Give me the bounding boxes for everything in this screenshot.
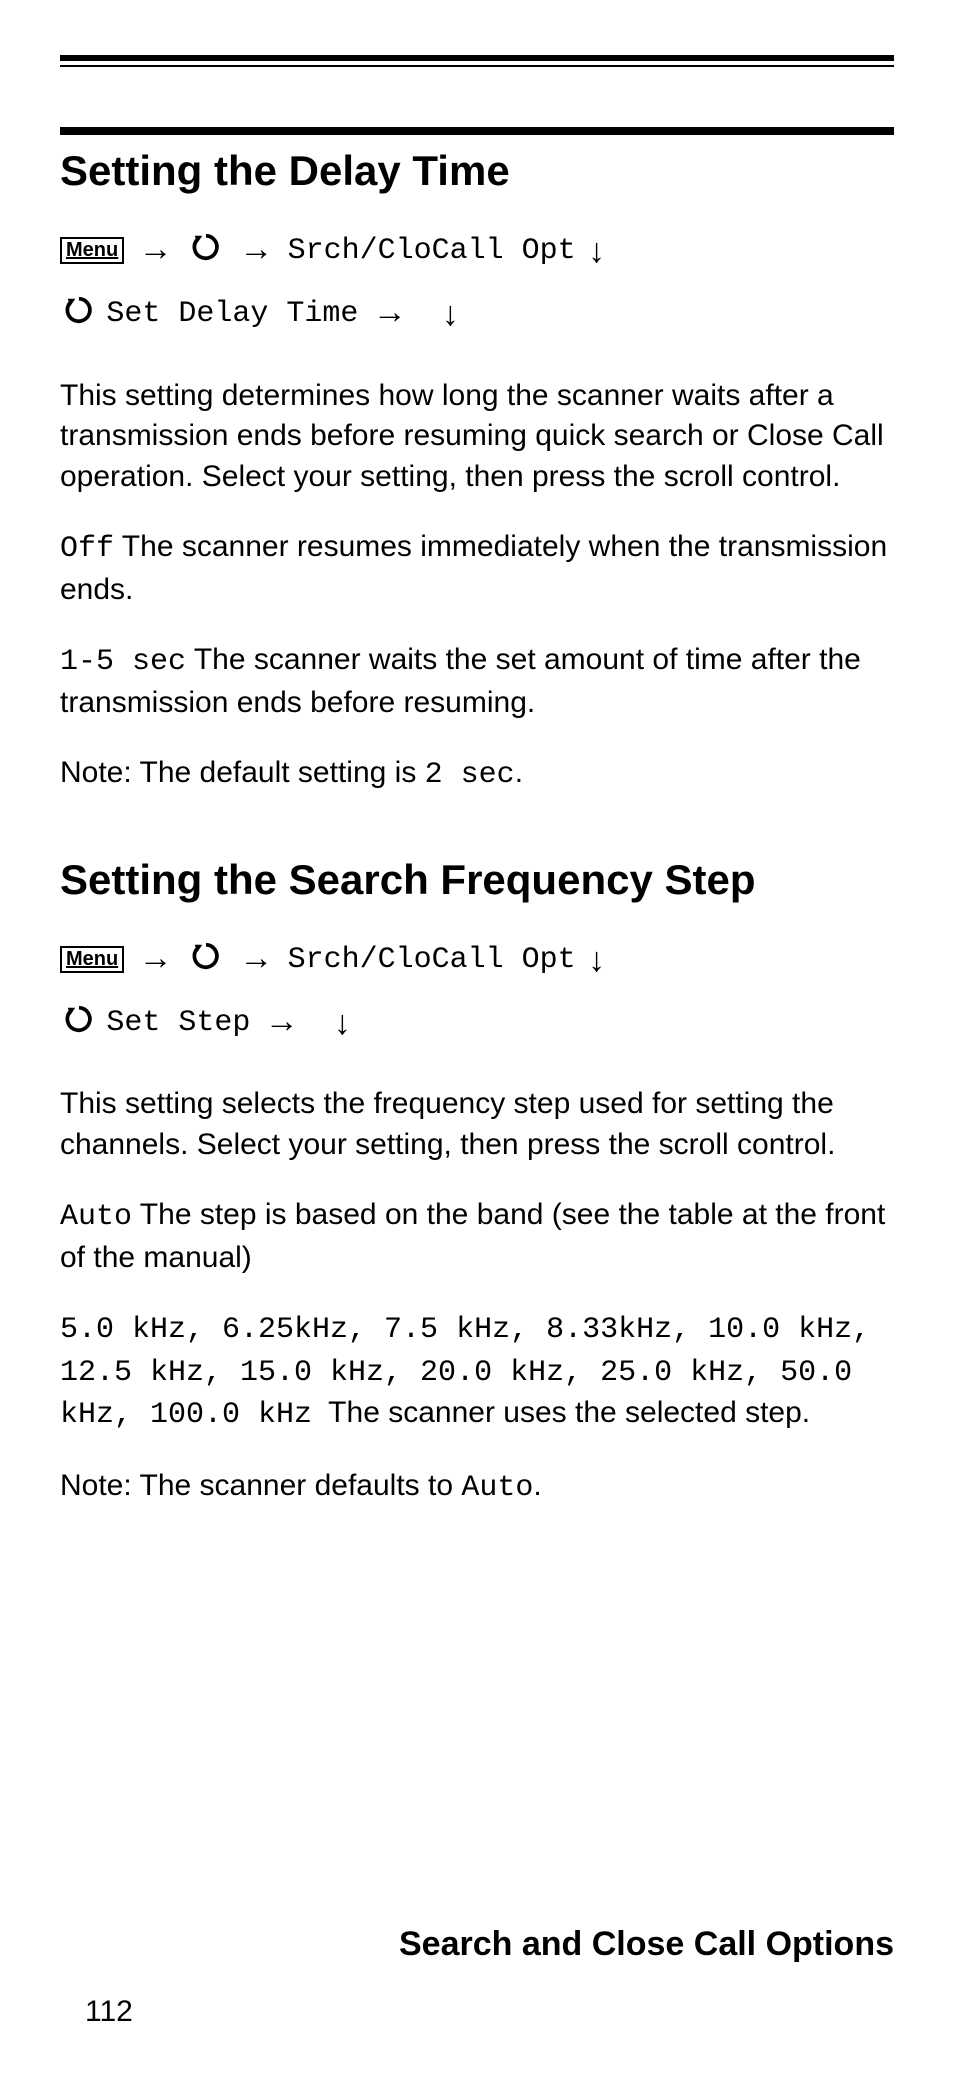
nav-item-srch-clocall: Srch/CloCall Opt bbox=[288, 943, 576, 977]
footer-chapter-title: Search and Close Call Options bbox=[399, 1925, 894, 1964]
note-suffix: . bbox=[515, 756, 523, 789]
arrow-right-icon: → bbox=[373, 282, 407, 343]
arrow-down-icon: ↓ bbox=[588, 930, 605, 991]
note-prefix: Note: The default setting is bbox=[60, 756, 425, 789]
section2-title: Setting the Search Frequency Step bbox=[60, 856, 894, 904]
scroll-icon bbox=[64, 289, 94, 343]
option-off-text: The scanner resumes immediately when the… bbox=[60, 530, 887, 606]
section1-title: Setting the Delay Time bbox=[60, 147, 894, 195]
menu-button-icon: Menu bbox=[60, 946, 124, 973]
arrow-right-icon: → bbox=[139, 928, 173, 989]
header-rule bbox=[60, 127, 894, 135]
option-range-label: 1-5 sec bbox=[60, 645, 186, 679]
section1-option-off: Off The scanner resumes immediately when… bbox=[60, 527, 894, 610]
arrow-right-icon: → bbox=[239, 928, 273, 989]
arrow-down-icon: ↓ bbox=[442, 284, 459, 345]
section2-option-steps: 5.0 kHz, 6.25kHz, 7.5 kHz, 8.33kHz, 10.0… bbox=[60, 1308, 894, 1436]
scroll-icon bbox=[64, 998, 94, 1052]
nav-item-srch-clocall: Srch/CloCall Opt bbox=[288, 234, 576, 268]
top-rule bbox=[60, 55, 894, 67]
arrow-down-icon: ↓ bbox=[334, 993, 351, 1054]
menu-button-icon: Menu bbox=[60, 237, 124, 264]
section2-intro: This setting selects the frequency step … bbox=[60, 1084, 894, 1165]
option-off-label: Off bbox=[60, 532, 114, 566]
manual-page: Setting the Delay Time Menu → → Srch/Clo… bbox=[0, 0, 954, 2084]
scroll-icon bbox=[191, 226, 221, 280]
section2-nav-path: Menu → → Srch/CloCall Opt ↓ Set Step → ↓ bbox=[60, 928, 894, 1054]
note-value: 2 sec bbox=[425, 758, 515, 792]
option-auto-text: The step is based on the band (see the t… bbox=[60, 1198, 885, 1274]
section2-option-auto: Auto The step is based on the band (see … bbox=[60, 1195, 894, 1278]
option-steps-text: The scanner uses the selected step. bbox=[320, 1396, 810, 1429]
section1-option-range: 1-5 sec The scanner waits the set amount… bbox=[60, 640, 894, 723]
option-auto-label: Auto bbox=[60, 1200, 132, 1234]
arrow-right-icon: → bbox=[139, 219, 173, 280]
note-suffix: . bbox=[533, 1469, 541, 1502]
arrow-right-icon: → bbox=[239, 219, 273, 280]
arrow-right-icon: → bbox=[265, 991, 299, 1052]
nav-item-set-step: Set Step bbox=[106, 1006, 250, 1040]
nav-item-set-delay: Set Delay Time bbox=[106, 297, 358, 331]
page-number: 112 bbox=[85, 1995, 133, 2029]
section1-nav-path: Menu → → Srch/CloCall Opt ↓ Set Delay Ti… bbox=[60, 219, 894, 345]
section1-intro: This setting determines how long the sca… bbox=[60, 376, 894, 498]
note-value: Auto bbox=[461, 1471, 533, 1505]
section1-note: Note: The default setting is 2 sec. bbox=[60, 753, 894, 796]
note-prefix: Note: The scanner defaults to bbox=[60, 1469, 461, 1502]
scroll-icon bbox=[191, 935, 221, 989]
section2-note: Note: The scanner defaults to Auto. bbox=[60, 1466, 894, 1509]
arrow-down-icon: ↓ bbox=[588, 221, 605, 282]
